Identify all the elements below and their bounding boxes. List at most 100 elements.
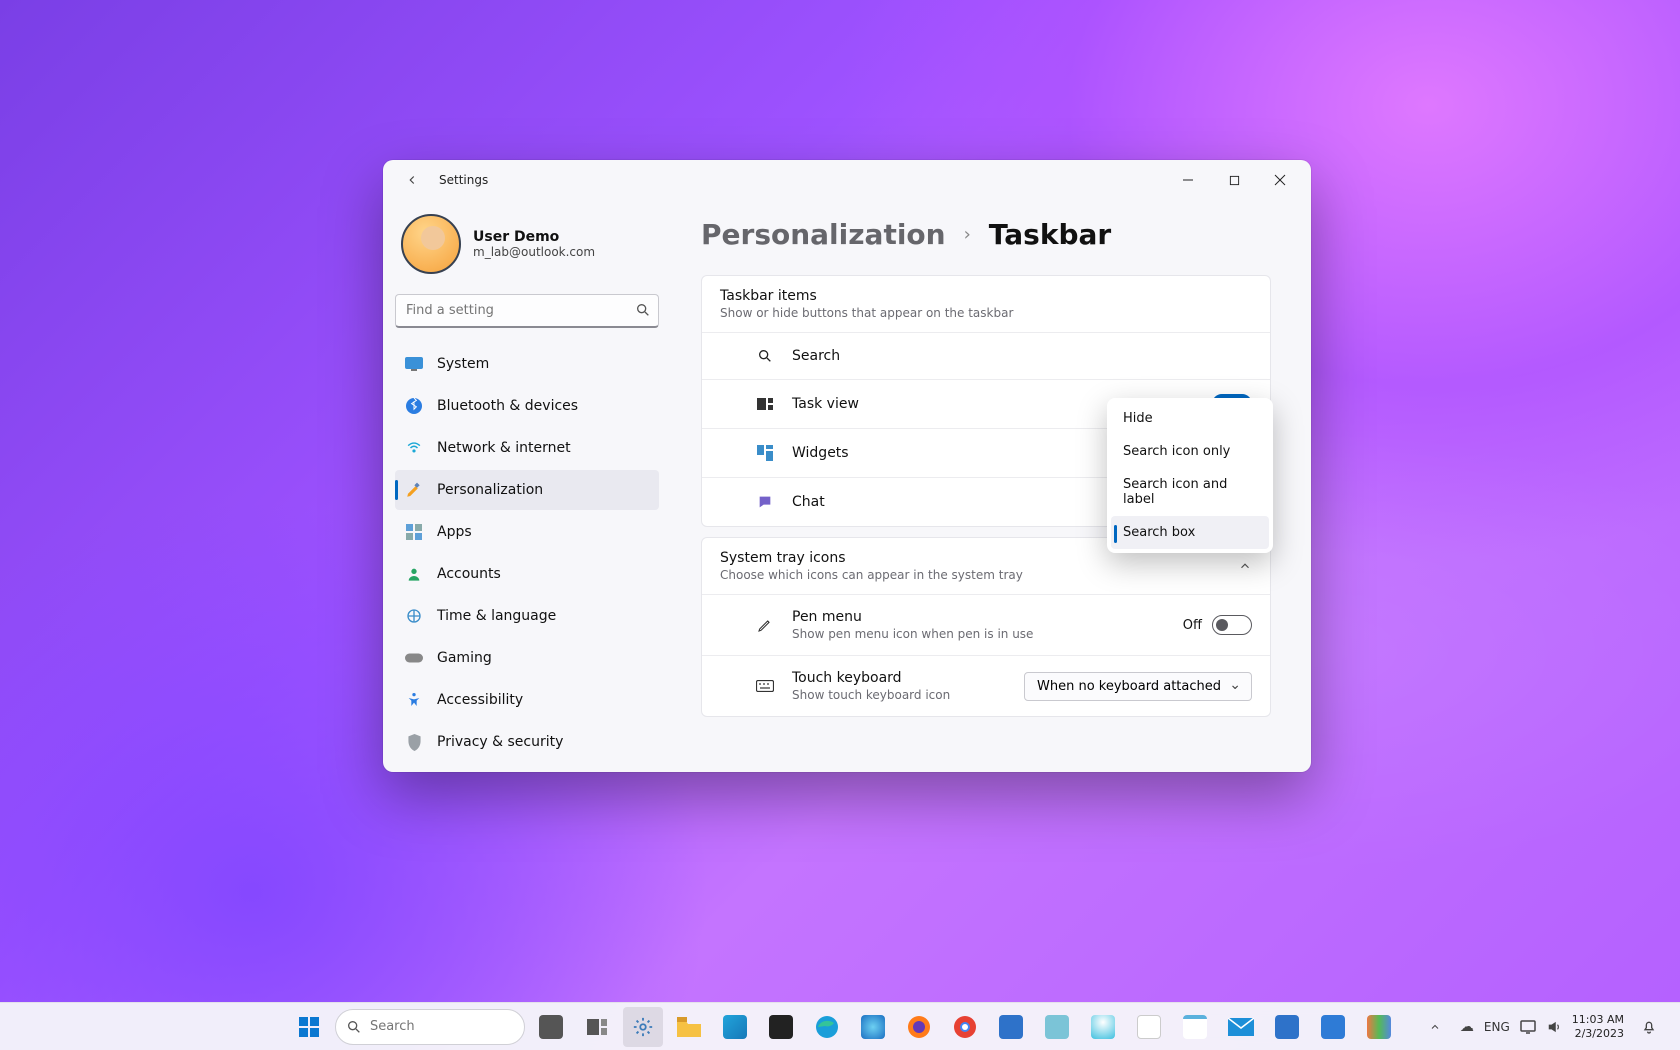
row-touch-keyboard: Touch keyboard Show touch keyboard icon … bbox=[702, 655, 1270, 716]
breadcrumb: Personalization › Taskbar bbox=[701, 218, 1271, 251]
breadcrumb-current: Taskbar bbox=[989, 218, 1111, 251]
tb-tips[interactable] bbox=[1083, 1007, 1123, 1047]
taskbar-clock[interactable]: 11:03 AM 2/3/2023 bbox=[1572, 1013, 1624, 1039]
network-icon[interactable] bbox=[1520, 1020, 1536, 1034]
settings-window: Settings User Demo m_lab@outlook.com bbox=[383, 160, 1311, 772]
system-tray-card: System tray icons Choose which icons can… bbox=[701, 537, 1271, 717]
tb-edge[interactable] bbox=[807, 1007, 847, 1047]
profile-block[interactable]: User Demo m_lab@outlook.com bbox=[395, 204, 659, 288]
tb-chrome[interactable] bbox=[945, 1007, 985, 1047]
nav-time-language[interactable]: Time & language bbox=[395, 596, 659, 636]
tb-security[interactable] bbox=[1313, 1007, 1353, 1047]
tb-firefox[interactable] bbox=[899, 1007, 939, 1047]
tb-word[interactable] bbox=[991, 1007, 1031, 1047]
tb-calculator[interactable] bbox=[531, 1007, 571, 1047]
nav-bluetooth[interactable]: Bluetooth & devices bbox=[395, 386, 659, 426]
system-tray[interactable]: ☁ ENG bbox=[1460, 1019, 1562, 1035]
search-icon bbox=[756, 347, 774, 365]
nav-accessibility[interactable]: Accessibility bbox=[395, 680, 659, 720]
chat-icon bbox=[756, 493, 774, 511]
tb-settings[interactable] bbox=[623, 1007, 663, 1047]
onedrive-icon[interactable]: ☁ bbox=[1460, 1019, 1474, 1035]
task-view-icon bbox=[756, 395, 774, 413]
settings-nav: System Bluetooth & devices Network & int… bbox=[395, 344, 659, 762]
tb-store[interactable] bbox=[715, 1007, 755, 1047]
tray-overflow[interactable] bbox=[1420, 1007, 1450, 1047]
settings-search[interactable] bbox=[395, 294, 659, 328]
nav-label: Apps bbox=[437, 524, 472, 540]
nav-label: Privacy & security bbox=[437, 734, 563, 750]
taskbar-search[interactable] bbox=[335, 1009, 525, 1045]
bluetooth-icon bbox=[405, 397, 423, 415]
shield-icon bbox=[405, 733, 423, 751]
notifications-button[interactable] bbox=[1634, 1007, 1664, 1047]
volume-icon[interactable] bbox=[1546, 1020, 1562, 1034]
minimize-button[interactable] bbox=[1165, 162, 1211, 198]
taskbar-right: ☁ ENG 11:03 AM 2/3/2023 bbox=[1420, 1007, 1672, 1047]
flyout-option-icon-label[interactable]: Search icon and label bbox=[1111, 468, 1269, 516]
flyout-option-icon-only[interactable]: Search icon only bbox=[1111, 435, 1269, 468]
tb-explorer[interactable] bbox=[669, 1007, 709, 1047]
desktop: Settings User Demo m_lab@outlook.com bbox=[0, 0, 1680, 1050]
wifi-icon bbox=[405, 439, 423, 457]
flyout-option-search-box[interactable]: Search box bbox=[1111, 516, 1269, 549]
card-title: Taskbar items bbox=[720, 288, 1252, 304]
nav-label: Time & language bbox=[437, 608, 556, 624]
nav-system[interactable]: System bbox=[395, 344, 659, 384]
tb-app-a[interactable] bbox=[1037, 1007, 1077, 1047]
nav-network[interactable]: Network & internet bbox=[395, 428, 659, 468]
tb-task-view[interactable] bbox=[577, 1007, 617, 1047]
nav-label: Accessibility bbox=[437, 692, 523, 708]
nav-gaming[interactable]: Gaming bbox=[395, 638, 659, 678]
nav-label: Personalization bbox=[437, 482, 543, 498]
chevron-up-icon bbox=[1238, 559, 1252, 573]
window-title: Settings bbox=[439, 173, 488, 187]
nav-label: Accounts bbox=[437, 566, 501, 582]
card-subtitle: Choose which icons can appear in the sys… bbox=[720, 568, 1023, 582]
window-controls bbox=[1165, 162, 1303, 198]
tb-calendar[interactable] bbox=[1267, 1007, 1307, 1047]
row-label: Touch keyboard bbox=[792, 670, 1006, 686]
start-button[interactable] bbox=[289, 1007, 329, 1047]
row-pen-menu: Pen menu Show pen menu icon when pen is … bbox=[702, 594, 1270, 655]
nav-apps[interactable]: Apps bbox=[395, 512, 659, 552]
person-icon bbox=[405, 565, 423, 583]
nav-personalization[interactable]: Personalization bbox=[395, 470, 659, 510]
toggle-state: Off bbox=[1183, 618, 1202, 633]
settings-search-input[interactable] bbox=[395, 294, 659, 328]
nav-label: Bluetooth & devices bbox=[437, 398, 578, 414]
profile-name: User Demo bbox=[473, 229, 595, 245]
close-button[interactable] bbox=[1257, 162, 1303, 198]
search-mode-flyout: Hide Search icon only Search icon and la… bbox=[1107, 398, 1273, 553]
nav-label: Gaming bbox=[437, 650, 492, 666]
card-title: System tray icons bbox=[720, 550, 1023, 566]
language-indicator[interactable]: ENG bbox=[1484, 1020, 1510, 1034]
option-label: Search icon only bbox=[1123, 444, 1230, 459]
flyout-option-hide[interactable]: Hide bbox=[1111, 402, 1269, 435]
taskbar-center bbox=[268, 1007, 1420, 1047]
touch-keyboard-combo[interactable]: When no keyboard attached bbox=[1024, 672, 1252, 701]
combo-value: When no keyboard attached bbox=[1037, 679, 1221, 694]
nav-label: Network & internet bbox=[437, 440, 571, 456]
globe-clock-icon bbox=[405, 607, 423, 625]
breadcrumb-parent[interactable]: Personalization bbox=[701, 218, 946, 251]
tb-notepad[interactable] bbox=[1175, 1007, 1215, 1047]
tb-app-b[interactable] bbox=[1359, 1007, 1399, 1047]
maximize-button[interactable] bbox=[1211, 162, 1257, 198]
profile-email: m_lab@outlook.com bbox=[473, 245, 595, 259]
sidebar: User Demo m_lab@outlook.com System Bluet… bbox=[383, 200, 671, 772]
apps-icon bbox=[405, 523, 423, 541]
nav-privacy[interactable]: Privacy & security bbox=[395, 722, 659, 762]
tb-terminal[interactable] bbox=[761, 1007, 801, 1047]
tb-paint[interactable] bbox=[1129, 1007, 1169, 1047]
tb-mail[interactable] bbox=[1221, 1007, 1261, 1047]
nav-accounts[interactable]: Accounts bbox=[395, 554, 659, 594]
tb-copilot[interactable] bbox=[853, 1007, 893, 1047]
taskbar-search-input[interactable] bbox=[370, 1019, 540, 1034]
back-button[interactable] bbox=[391, 160, 433, 200]
widgets-icon bbox=[756, 444, 774, 462]
option-label: Hide bbox=[1123, 411, 1153, 426]
pen-menu-toggle[interactable] bbox=[1212, 615, 1252, 635]
accessibility-icon bbox=[405, 691, 423, 709]
card-subtitle: Show or hide buttons that appear on the … bbox=[720, 306, 1252, 320]
